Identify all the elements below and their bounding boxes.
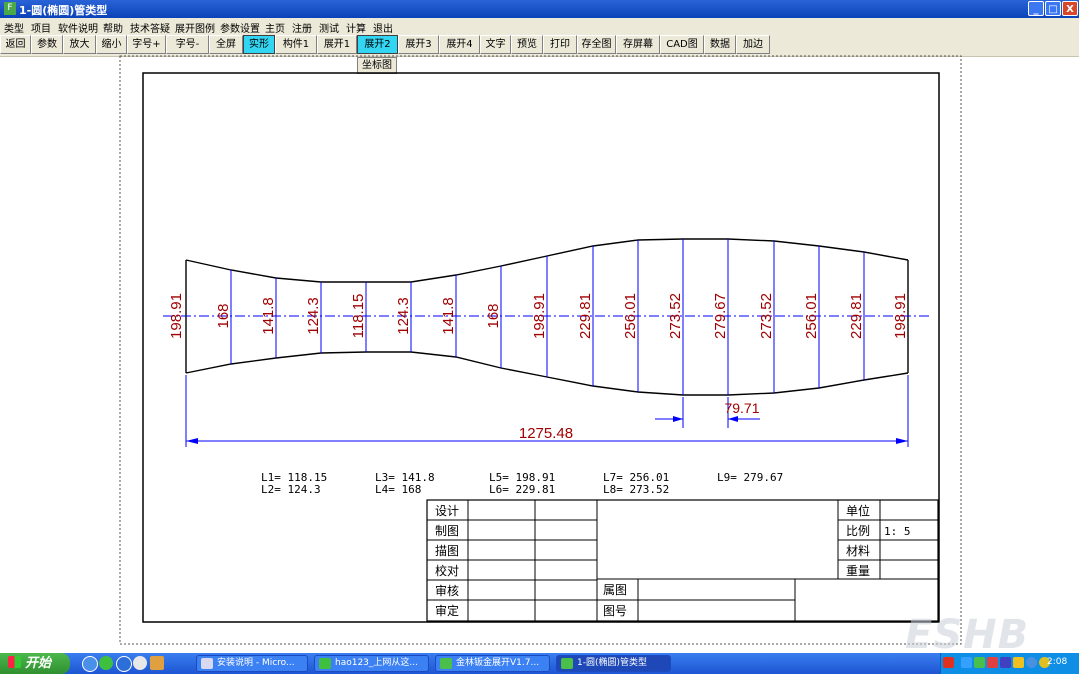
tb-label: 图号 xyxy=(603,604,627,618)
station-label: 256.01 xyxy=(622,293,639,339)
tb-label: 材料 xyxy=(846,544,870,558)
ie-icon[interactable] xyxy=(116,656,132,672)
tray-icon-1[interactable] xyxy=(961,657,972,668)
page-boundary xyxy=(119,55,962,645)
tb-label: 审核 xyxy=(435,583,459,598)
task-label: 金林钣金展开V1.7... xyxy=(456,658,540,668)
clock: 2:08 xyxy=(1047,657,1068,667)
taskbar-button-1[interactable]: hao123_上网从这... xyxy=(314,655,429,672)
sogou-icon[interactable] xyxy=(943,657,954,668)
browser-icon[interactable] xyxy=(99,656,113,670)
tray-icon-5[interactable] xyxy=(1013,657,1024,668)
station-label: 198.91 xyxy=(531,293,548,339)
taskbar-button-3[interactable]: 1-圆(椭圆)管类型 xyxy=(556,655,671,672)
tb-label: 重量 xyxy=(846,564,870,578)
start-label: 开始 xyxy=(25,656,52,671)
tb-label: 属图 xyxy=(603,583,627,597)
tb-label: 描图 xyxy=(435,544,459,558)
station-label: 256.01 xyxy=(803,293,820,339)
spacing-arrow-left xyxy=(673,416,683,422)
station-label: 168 xyxy=(485,303,502,328)
total-length-label: 1275.48 xyxy=(519,425,573,442)
station-label: 118.15 xyxy=(350,294,367,339)
tray-icon-4[interactable] xyxy=(1000,657,1011,668)
dimension-arrow-right xyxy=(896,438,908,444)
spacing-label: 79.71 xyxy=(724,400,759,416)
station-label: 124.3 xyxy=(305,297,322,335)
taskbar-button-2[interactable]: 金林钣金展开V1.7... xyxy=(435,655,550,672)
legend-entry: L2= 124.3 xyxy=(261,483,321,496)
station-label: 124.3 xyxy=(395,297,412,335)
station-label: 198.91 xyxy=(892,293,909,339)
start-button[interactable]: 开始 xyxy=(0,653,70,674)
station-label: 141.8 xyxy=(260,297,277,335)
task-app-icon xyxy=(319,658,331,669)
task-label: 1-圆(椭圆)管类型 xyxy=(577,658,647,668)
tb-label: 审定 xyxy=(435,603,459,618)
tray-icon-2[interactable] xyxy=(974,657,985,668)
legend-entry: L6= 229.81 xyxy=(489,483,555,496)
station-label: 168 xyxy=(215,303,232,328)
task-app-icon xyxy=(561,658,573,669)
network-icon[interactable] xyxy=(1026,657,1037,668)
watermark-logo: ESHB xyxy=(905,612,1030,658)
station-label: 273.52 xyxy=(667,293,684,339)
legend-entry: L4= 168 xyxy=(375,483,421,496)
task-label: hao123_上网从这... xyxy=(335,658,418,668)
desktop-icon[interactable] xyxy=(82,656,98,672)
legend-entry: L8= 273.52 xyxy=(603,483,669,496)
station-label: 229.81 xyxy=(848,293,865,339)
dimensions: 1275.48 79.71 xyxy=(185,375,909,447)
task-app-icon xyxy=(440,658,452,669)
tb-label: 比例 xyxy=(846,524,870,538)
drawing-canvas: 198.91 168 141.8 124.3 118.15 124.3 141.8 168 19… xyxy=(119,55,962,645)
tb-label: 校对 xyxy=(435,563,459,578)
tray-icon-3[interactable] xyxy=(987,657,998,668)
station-label: 279.67 xyxy=(712,293,729,339)
users-icon[interactable] xyxy=(150,656,164,670)
taskbar: 开始 2:08 安装说明 - Micro... hao123_上网从这... 金林钣… xyxy=(0,653,1079,674)
legend-entry: L9= 279.67 xyxy=(717,471,783,484)
scale-value: 1: 5 xyxy=(884,525,911,538)
station-label: 273.52 xyxy=(758,293,775,339)
spacing-arrow-right xyxy=(728,416,738,422)
tb-label: 设计 xyxy=(435,504,459,518)
windows-flag-icon xyxy=(8,656,21,668)
tb-label: 制图 xyxy=(435,524,459,538)
dimension-arrow-left xyxy=(186,438,198,444)
title-block: 设计制图描图校对审核审定 单位比例材料重量 1: 5 属图图号 xyxy=(426,499,939,622)
station-label: 198.91 xyxy=(168,293,185,339)
station-label: 141.8 xyxy=(440,297,457,335)
tb-label: 单位 xyxy=(846,503,870,518)
length-legend: L1= 118.15L2= 124.3L3= 141.8L4= 168L5= 1… xyxy=(261,471,783,496)
media-icon[interactable] xyxy=(133,656,147,670)
taskbar-button-0[interactable]: 安装说明 - Micro... xyxy=(196,655,308,672)
task-app-icon xyxy=(201,658,213,669)
station-label: 229.81 xyxy=(577,293,594,339)
task-label: 安装说明 - Micro... xyxy=(217,658,295,668)
